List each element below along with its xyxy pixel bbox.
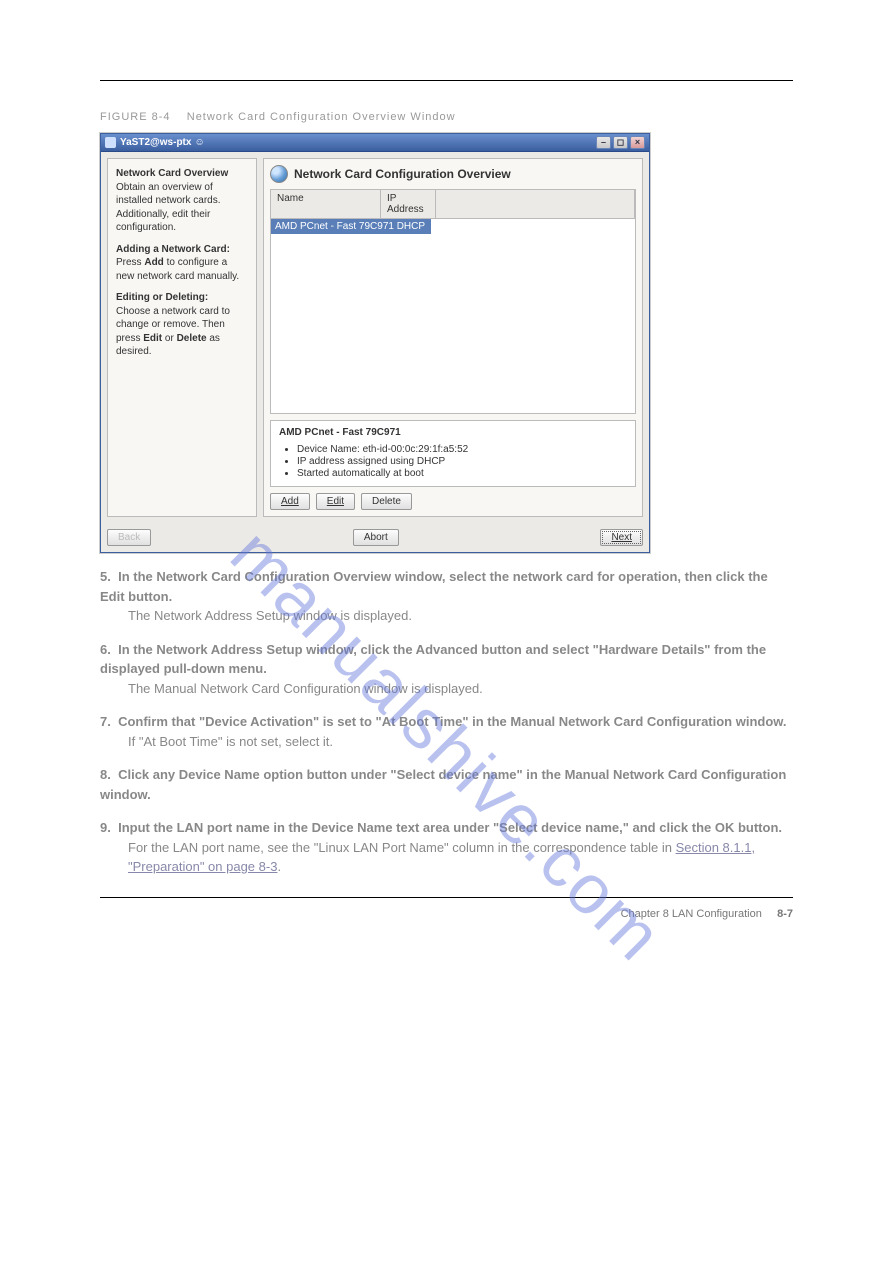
maximize-button[interactable]: ◻ — [613, 136, 628, 149]
card-row-selected[interactable]: AMD PCnet - Fast 79C971 DHCP — [271, 219, 431, 234]
figure-number: FIGURE 8-4 — [100, 111, 171, 123]
minimize-button[interactable]: – — [596, 136, 611, 149]
next-button[interactable]: Next — [600, 529, 643, 546]
detail-2: IP address assigned using DHCP — [297, 456, 627, 467]
main-title: Network Card Configuration Overview — [294, 167, 511, 181]
side-h2: Adding a Network Card: — [116, 243, 248, 257]
footer-pagenum: 8-7 — [777, 908, 793, 920]
side-p2: Press Add to configure a new network car… — [116, 256, 248, 283]
bottom-rule — [100, 897, 793, 898]
detail-1: Device Name: eth-id-00:0c:29:1f:a5:52 — [297, 444, 627, 455]
details-title: AMD PCnet - Fast 79C971 — [279, 427, 627, 438]
step-8: 8. Click any Device Name option button u… — [100, 765, 793, 804]
side-p3: Choose a network card to change or remov… — [116, 305, 248, 359]
step-6: 6. In the Network Address Setup window, … — [100, 640, 793, 699]
abort-button[interactable]: Abort — [353, 529, 399, 546]
col-ip[interactable]: IP Address — [381, 190, 436, 218]
col-blank — [436, 190, 635, 218]
app-icon — [105, 137, 116, 148]
detail-3: Started automatically at boot — [297, 468, 627, 479]
window-title: YaST2@ws-ptx — [120, 137, 191, 148]
help-sidebar: Network Card Overview Obtain an overview… — [107, 158, 257, 517]
edit-button[interactable]: Edit — [316, 493, 355, 510]
footer-chapter: Chapter 8 LAN Configuration — [621, 908, 762, 920]
side-p1: Obtain an overview of installed network … — [116, 181, 248, 235]
side-h3: Editing or Deleting: — [116, 291, 248, 305]
card-list[interactable]: Name IP Address AMD PCnet - Fast 79C971 … — [270, 189, 636, 414]
add-button[interactable]: Add — [270, 493, 310, 510]
step-9: 9. Input the LAN port name in the Device… — [100, 818, 793, 877]
back-button: Back — [107, 529, 151, 546]
globe-icon — [270, 165, 288, 183]
step-7: 7. Confirm that "Device Activation" is s… — [100, 712, 793, 751]
main-panel: Network Card Configuration Overview Name… — [263, 158, 643, 517]
col-name[interactable]: Name — [271, 190, 381, 218]
yast-window: YaST2@ws-ptx ☺ – ◻ × Network Card Overvi… — [100, 133, 650, 553]
side-h1: Network Card Overview — [116, 167, 248, 181]
delete-button[interactable]: Delete — [361, 493, 412, 510]
close-button[interactable]: × — [630, 136, 645, 149]
figure-caption: Network Card Configuration Overview Wind… — [187, 111, 456, 123]
titlebar[interactable]: YaST2@ws-ptx ☺ – ◻ × — [101, 134, 649, 152]
top-rule — [100, 80, 793, 81]
card-details: AMD PCnet - Fast 79C971 Device Name: eth… — [270, 420, 636, 487]
step-5: 5. In the Network Card Configuration Ove… — [100, 567, 793, 626]
